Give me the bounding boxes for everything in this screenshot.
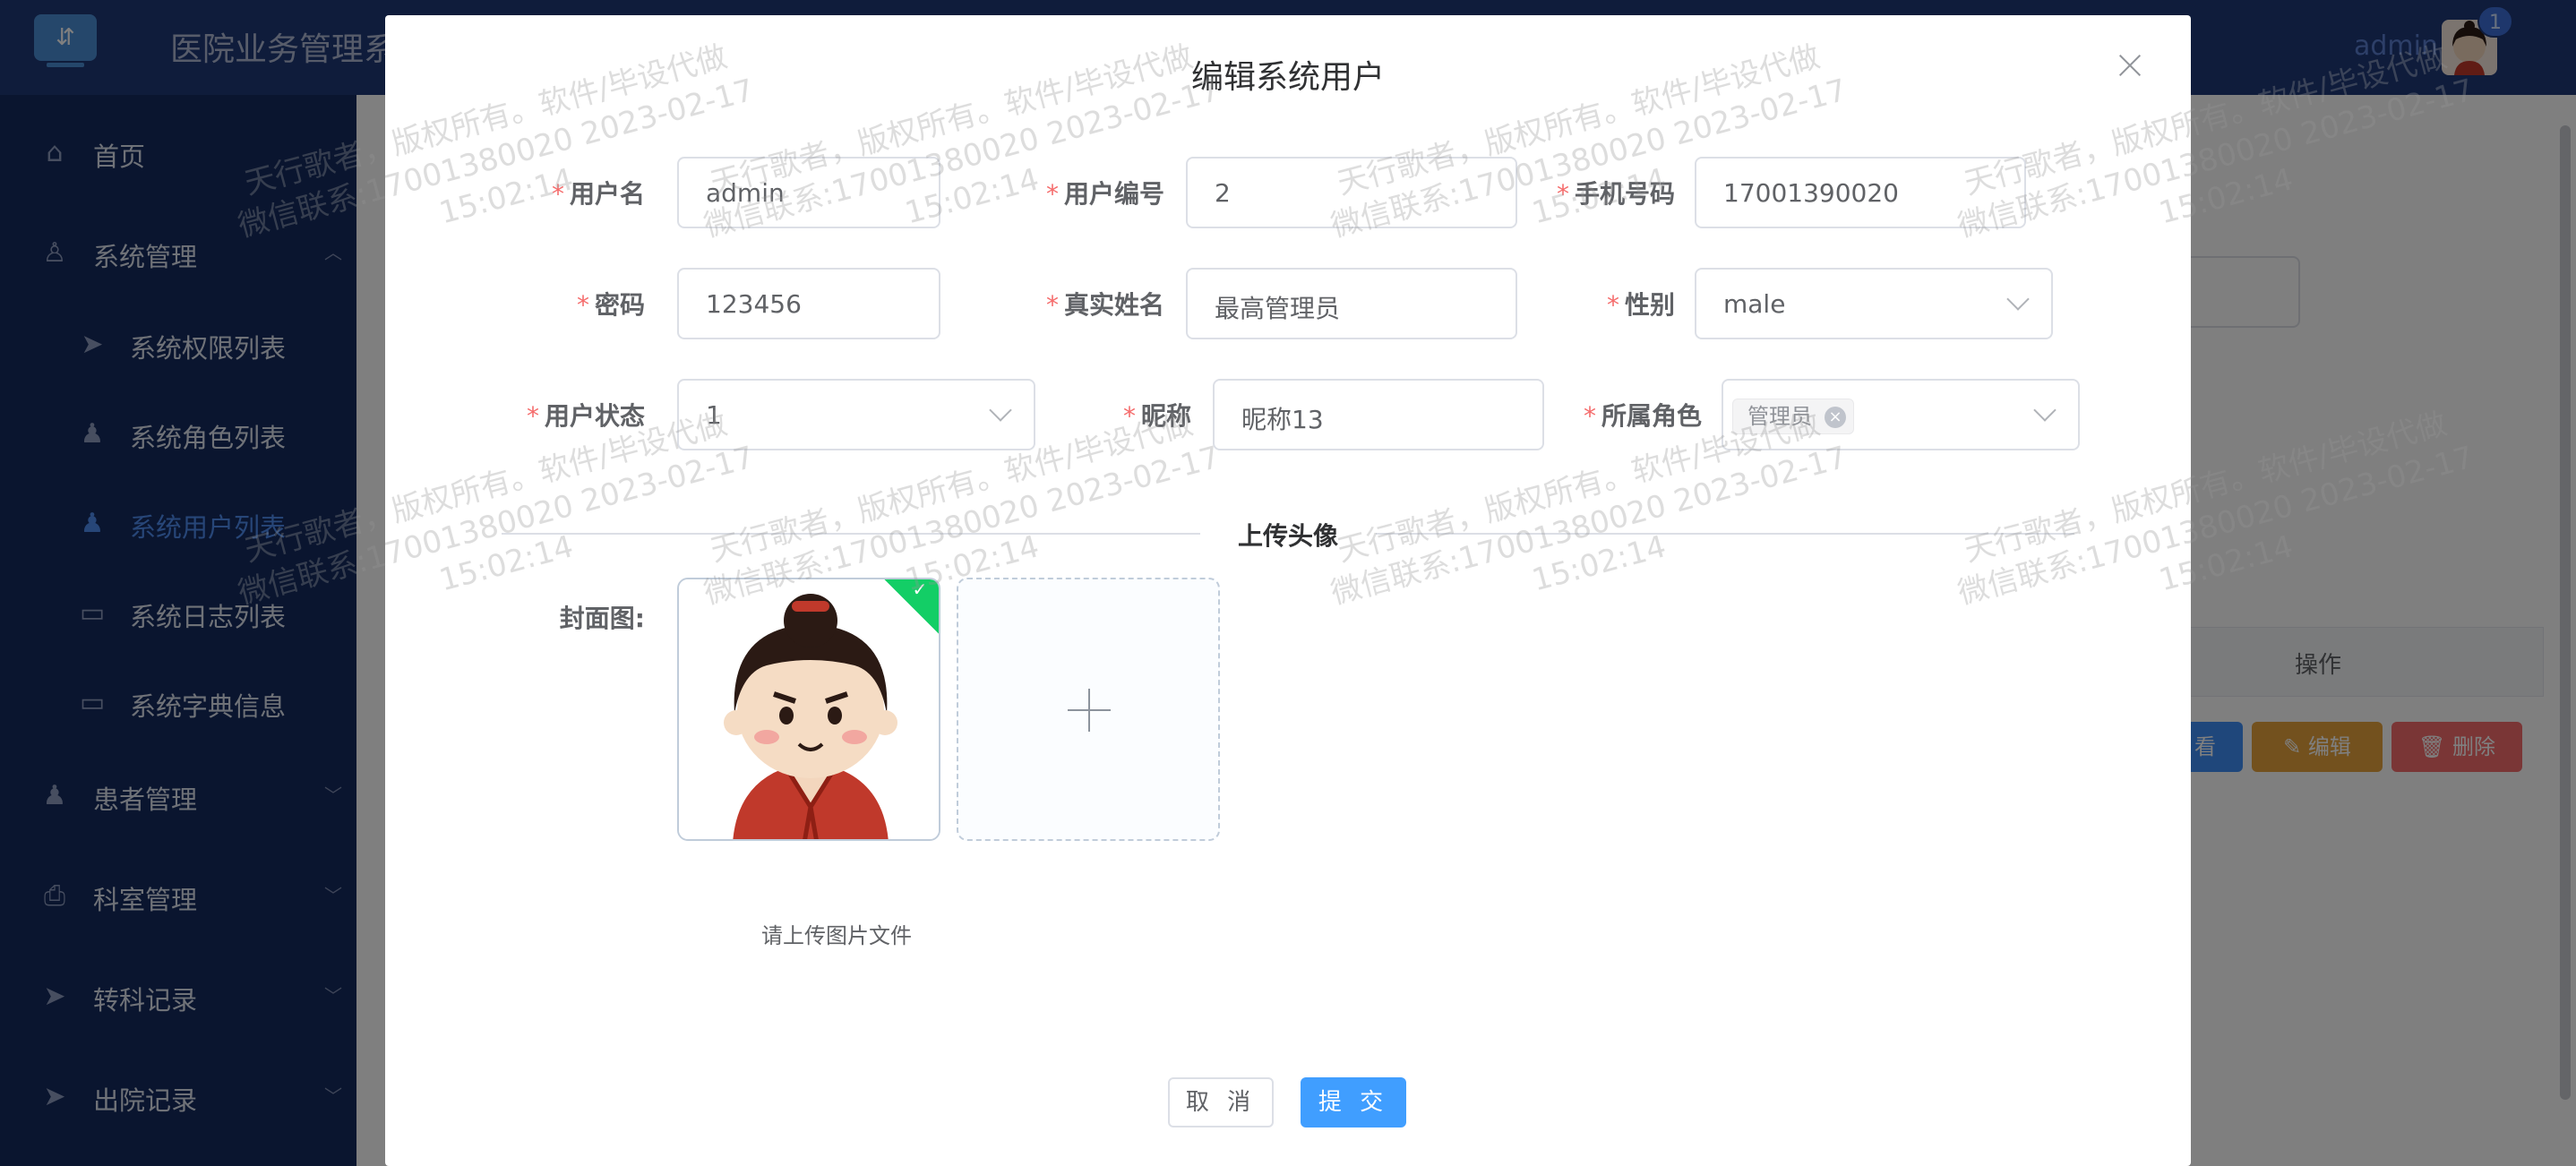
gender-select[interactable]: male <box>1695 268 2053 339</box>
upload-avatar-divider: 上传头像 <box>1237 521 1338 551</box>
check-icon: ✓ <box>912 579 928 601</box>
gender-label-text: 性别 <box>1624 290 1675 320</box>
password-label: * 密码 <box>519 286 645 322</box>
real-name-input[interactable]: 最高管理员 <box>1186 268 1517 339</box>
plus-icon <box>1068 689 1111 732</box>
edit-user-dialog: 编辑系统用户 * 用户名 admin * 用户编号 2 * 手机号码 17001390… <box>385 15 2191 1166</box>
required-mark: * <box>1045 290 1059 320</box>
nickname-value: 昵称13 <box>1241 405 1324 434</box>
cover-image-card[interactable]: ✓ <box>677 578 940 841</box>
username-input[interactable]: admin <box>677 157 940 228</box>
gender-value: male <box>1723 289 1786 319</box>
real-name-value: 最高管理员 <box>1215 294 1341 323</box>
required-mark: * <box>526 401 539 431</box>
real-name-label: * 真实姓名 <box>1012 286 1164 322</box>
required-mark: * <box>551 179 564 209</box>
role-tag-label: 管理员 <box>1747 404 1812 429</box>
user-no-label: * 用户编号 <box>1012 175 1164 210</box>
upload-tip: 请上传图片文件 <box>761 923 912 948</box>
avatar-image <box>679 579 939 839</box>
gender-label: * 性别 <box>1523 286 1675 322</box>
required-mark: * <box>576 290 589 320</box>
user-no-input[interactable]: 2 <box>1186 157 1517 228</box>
status-select[interactable]: 1 <box>677 379 1035 450</box>
role-tag: 管理员 × <box>1732 399 1854 434</box>
tag-close-icon[interactable]: × <box>1825 407 1846 428</box>
cancel-button[interactable]: 取 消 <box>1168 1077 1274 1127</box>
nickname-label-text: 昵称 <box>1140 401 1191 431</box>
required-mark: * <box>1045 179 1059 209</box>
password-label-text: 密码 <box>594 290 645 320</box>
divider-line <box>1376 533 2074 535</box>
required-mark: * <box>1606 290 1619 320</box>
close-icon[interactable] <box>2112 47 2148 83</box>
chevron-down-icon <box>2006 287 2030 311</box>
required-mark: * <box>1556 179 1569 209</box>
submit-button[interactable]: 提 交 <box>1301 1077 1406 1127</box>
password-input[interactable]: 123456 <box>677 268 940 339</box>
status-label: * 用户状态 <box>493 397 645 433</box>
role-label: * 所属角色 <box>1550 397 1702 433</box>
role-label-text: 所属角色 <box>1601 401 1702 431</box>
nickname-input[interactable]: 昵称13 <box>1213 379 1544 450</box>
phone-label: * 手机号码 <box>1523 175 1675 210</box>
user-no-label-text: 用户编号 <box>1063 179 1164 209</box>
phone-input[interactable]: 17001390020 <box>1695 157 2026 228</box>
user-no-value: 2 <box>1215 178 1231 208</box>
nickname-label: * 昵称 <box>1066 397 1191 433</box>
dialog-title: 编辑系统用户 <box>1190 59 1385 96</box>
username-value: admin <box>706 178 785 208</box>
chevron-down-icon <box>989 399 1012 422</box>
status-value: 1 <box>706 400 722 430</box>
required-mark: * <box>1122 401 1136 431</box>
required-mark: * <box>1583 401 1596 431</box>
upload-box[interactable] <box>957 578 1220 841</box>
role-select[interactable]: 管理员 × <box>1722 379 2080 450</box>
status-label-text: 用户状态 <box>544 401 645 431</box>
password-value: 123456 <box>706 289 802 319</box>
phone-value: 17001390020 <box>1723 178 1899 208</box>
username-label-text: 用户名 <box>569 179 645 209</box>
username-label: * 用户名 <box>519 175 645 210</box>
phone-label-text: 手机号码 <box>1574 179 1675 209</box>
chevron-down-icon <box>2033 399 2057 422</box>
real-name-label-text: 真实姓名 <box>1063 290 1164 320</box>
divider-line <box>502 533 1200 535</box>
cover-label: 封面图: <box>559 604 645 633</box>
